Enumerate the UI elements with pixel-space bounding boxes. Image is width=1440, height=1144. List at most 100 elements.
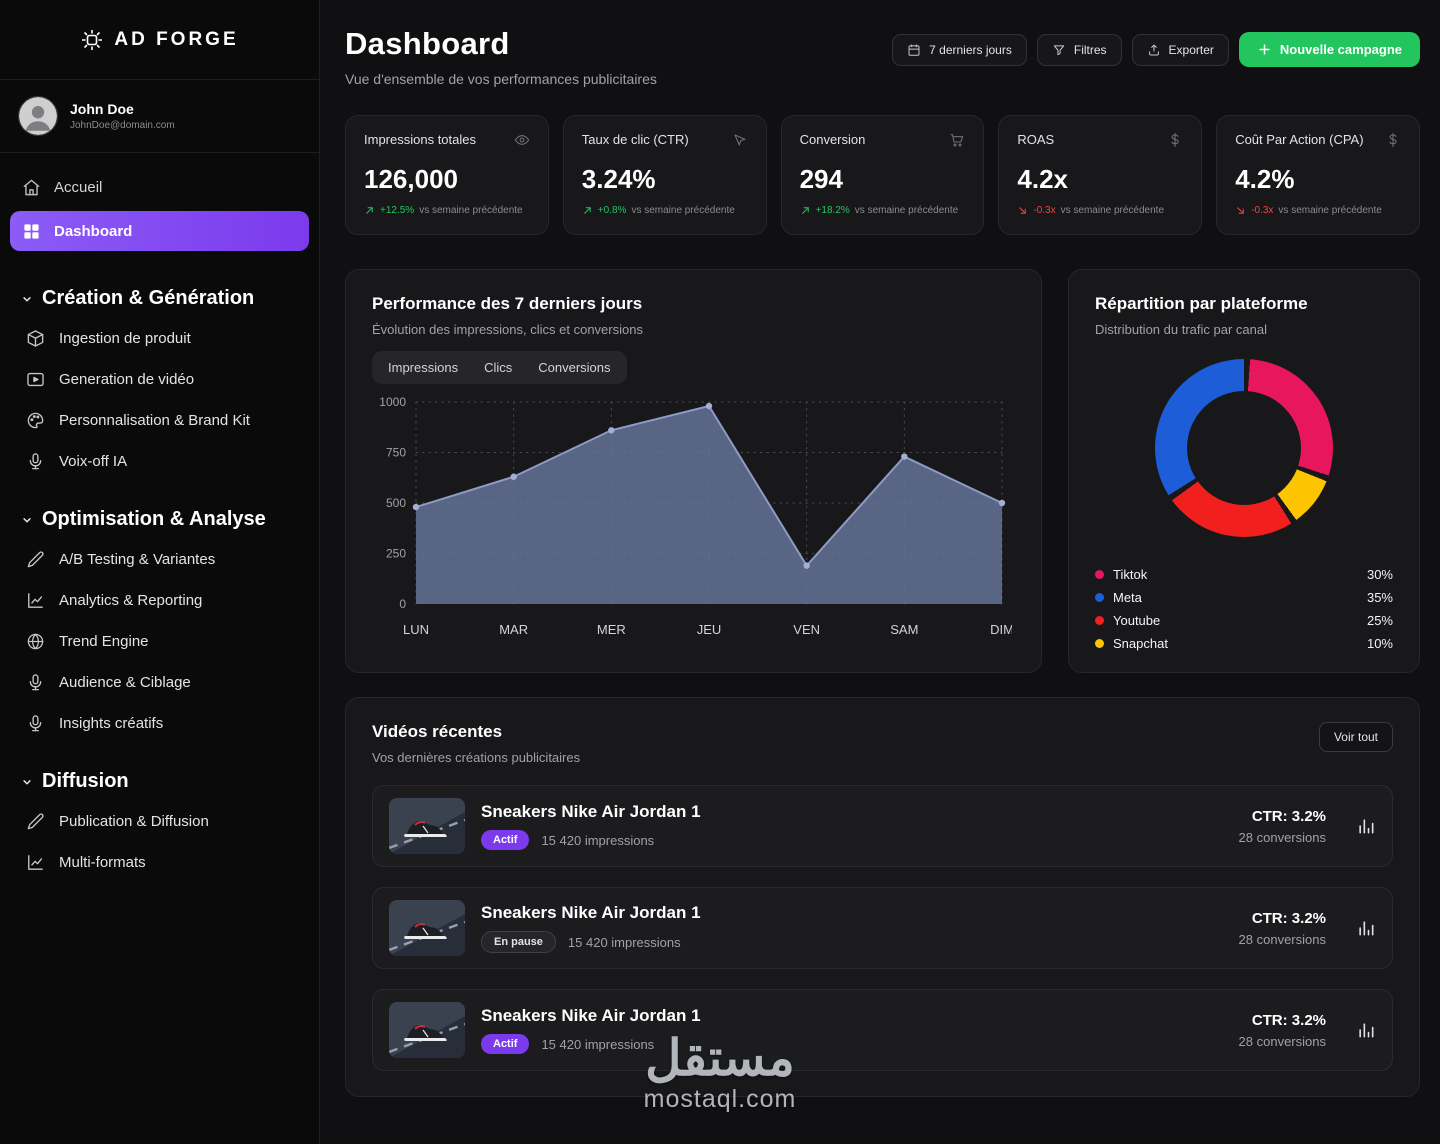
sidebar-item-multi-formats[interactable]: Multi-formats [20, 842, 299, 883]
chart-icon [26, 591, 45, 610]
sidebar-item-ingestion-de-produit[interactable]: Ingestion de produit [20, 318, 299, 359]
logo: AD FORGE [0, 0, 319, 80]
cart-icon [949, 132, 965, 148]
tab-impressions[interactable]: Impressions [375, 354, 471, 381]
bar-chart-icon[interactable] [1356, 918, 1376, 938]
calendar-icon [907, 43, 921, 57]
kpi-delta-note: vs semaine précédente [854, 205, 959, 216]
mic-icon [26, 714, 45, 733]
sidebar-item-insights-creatifs[interactable]: Insights créatifs [20, 703, 299, 744]
video-row[interactable]: Sneakers Nike Air Jordan 1 Actif 15 420 … [372, 785, 1393, 867]
export-icon [1147, 43, 1161, 57]
svg-text:MAR: MAR [499, 622, 528, 637]
legend-row-youtube: Youtube 25% [1095, 609, 1393, 632]
kpi-card-taux-de-clic-ctr: Taux de clic (CTR) 3.24% +0.8% vs semaine… [562, 115, 767, 235]
video-title: Sneakers Nike Air Jordan 1 [481, 802, 701, 821]
sidebar-sections: Création & Génération Ingestion de produi… [0, 255, 319, 903]
video-stats: CTR: 3.2% 28 conversions [1239, 808, 1326, 845]
sidebar-item-personnalisation-brand-kit[interactable]: Personnalisation & Brand Kit [20, 400, 299, 441]
sidebar-item-a-b-testing-variantes[interactable]: A/B Testing & Variantes [20, 539, 299, 580]
platform-chart-title: Répartition par plateforme [1095, 294, 1308, 313]
kpi-delta-note: vs semaine précédente [1278, 205, 1382, 216]
video-ctr: CTR: 3.2% [1251, 1011, 1326, 1029]
nav-item-accueil[interactable]: Accueil [10, 167, 309, 207]
sidebar-item-label: Publication & Diffusion [59, 813, 209, 830]
tab-clics[interactable]: Clics [471, 354, 525, 381]
bar-chart-icon[interactable] [1356, 816, 1376, 836]
sidebar-item-label: Analytics & Reporting [59, 592, 203, 609]
arrow-down-right-icon [1017, 205, 1028, 216]
platform-chart-card: Répartition par plateforme Distribution … [1068, 269, 1420, 673]
video-row[interactable]: Sneakers Nike Air Jordan 1 Actif 15 420 … [372, 989, 1393, 1071]
performance-chart-subtitle: Évolution des impressions, clics et conv… [372, 322, 643, 337]
recent-videos-card: Vidéos récentes Vos dernières créations … [345, 697, 1420, 1097]
eye-icon [514, 132, 530, 148]
kpi-value: 126,000 [364, 164, 458, 194]
video-conversions: 28 conversions [1238, 931, 1326, 947]
sidebar-item-label: Multi-formats [59, 854, 146, 871]
date-range-button[interactable]: 7 derniers jours [892, 33, 1027, 66]
arrow-up-right-icon [800, 205, 811, 216]
sidebar-item-label: Audience & Ciblage [59, 674, 191, 691]
mic-icon [26, 452, 45, 471]
performance-chart-card: Performance des 7 derniers jours Évoluti… [345, 269, 1042, 673]
export-button[interactable]: Exporter [1131, 33, 1229, 66]
legend-label: Tiktok [1113, 567, 1148, 582]
app-name: AD FORGE [114, 28, 239, 50]
kpi-delta-value: +12.5% [380, 205, 415, 216]
tab-conversions[interactable]: Conversions [525, 354, 623, 381]
see-all-button[interactable]: Voir tout [1318, 722, 1393, 752]
bar-chart-icon[interactable] [1356, 1020, 1376, 1040]
sidebar-item-voix-off-ia[interactable]: Voix-off IA [20, 441, 299, 482]
kpi-label: Impressions totales [364, 132, 476, 147]
sidebar-item-publication-diffusion[interactable]: Publication & Diffusion [20, 801, 299, 842]
svg-text:MER: MER [597, 622, 626, 637]
primary-nav: Accueil Dashboard [0, 153, 319, 255]
new-campaign-button[interactable]: Nouvelle campagne [1238, 32, 1420, 67]
legend-dot [1095, 593, 1104, 602]
sidebar-item-trend-engine[interactable]: Trend Engine [20, 621, 299, 662]
platform-donut-chart [1155, 359, 1333, 537]
legend-dot [1095, 639, 1104, 648]
sidebar-item-audience-ciblage[interactable]: Audience & Ciblage [20, 662, 299, 703]
kpi-row: Impressions totales 126,000 +12.5% vs sem… [345, 115, 1420, 235]
kpi-delta: +12.5% vs semaine précédente [364, 205, 530, 216]
video-conversions: 28 conversions [1238, 829, 1326, 845]
nav-item-dashboard[interactable]: Dashboard [10, 211, 309, 251]
sidebar-item-generation-de-video[interactable]: Generation de vidéo [20, 359, 299, 400]
sidebar-item-analytics-reporting[interactable]: Analytics & Reporting [20, 580, 299, 621]
video-thumbnail [389, 900, 465, 956]
video-ctr: CTR: 3.2% [1251, 807, 1326, 825]
section-header-creation-generation[interactable]: Création & Génération [20, 287, 299, 310]
legend-percentage: 30% [1366, 567, 1393, 582]
video-row[interactable]: Sneakers Nike Air Jordan 1 En pause 15 4… [372, 887, 1393, 969]
chevron-down-icon [20, 513, 34, 527]
user-name: John Doe [70, 101, 134, 117]
video-stats: CTR: 3.2% 28 conversions [1239, 910, 1326, 947]
adforge-logo-icon [80, 28, 104, 52]
page-subtitle: Vue d'ensemble de vos performances publi… [345, 71, 657, 87]
svg-text:LUN: LUN [403, 622, 429, 637]
recent-videos-header: Vidéos récentes Vos dernières créations … [372, 722, 1393, 765]
kpi-value: 294 [799, 164, 843, 194]
platform-chart-subtitle: Distribution du trafic par canal [1095, 322, 1267, 337]
user-profile[interactable]: John Doe JohnDoe@domain.com [0, 80, 319, 153]
globe-icon [26, 632, 45, 651]
section-header-optimisation-analyse[interactable]: Optimisation & Analyse [20, 508, 299, 531]
svg-text:1000: 1000 [379, 395, 406, 409]
chart-metric-tabs: Impressions Clics Conversions [372, 351, 627, 384]
kpi-delta-value: +0.8% [597, 205, 627, 216]
section-title-label: Optimisation & Analyse [42, 508, 266, 530]
app-root: AD FORGE John Doe JohnDoe@domain.com Acc… [0, 0, 1440, 1144]
filters-label: Filtres [1073, 42, 1107, 57]
sidebar-item-label: Personnalisation & Brand Kit [59, 412, 250, 429]
video-status-badge: Actif [481, 1034, 530, 1054]
user-email: JohnDoe@domain.com [70, 120, 175, 131]
filters-button[interactable]: Filtres [1036, 33, 1122, 66]
video-thumbnail [389, 798, 465, 854]
video-stats: CTR: 3.2% 28 conversions [1239, 1012, 1326, 1049]
chevron-down-icon [20, 775, 34, 789]
donut-wrap [1095, 359, 1393, 537]
section-header-diffusion[interactable]: Diffusion [20, 770, 299, 793]
section-title-label: Création & Génération [42, 287, 255, 309]
